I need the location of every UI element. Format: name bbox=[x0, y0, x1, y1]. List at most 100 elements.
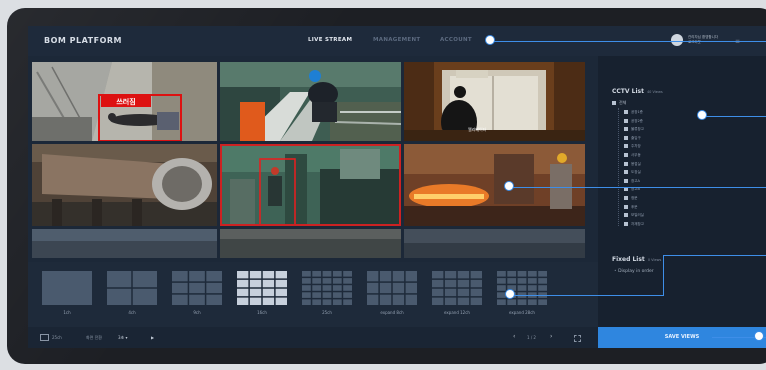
cctv-checkbox[interactable] bbox=[624, 178, 628, 183]
tree-root[interactable]: 전체 bbox=[612, 100, 626, 106]
brand-logo: BOM PLATFORM bbox=[44, 36, 123, 45]
cctv-checkbox[interactable] bbox=[624, 127, 628, 132]
callout-line-4a bbox=[512, 295, 664, 297]
cctv-checkbox[interactable] bbox=[624, 118, 628, 123]
layout-expand-28ch-button[interactable] bbox=[497, 271, 547, 307]
nav-management[interactable]: MANAGEMENT bbox=[373, 37, 420, 43]
camera-feed-8 bbox=[220, 229, 401, 258]
layout-1ch-button[interactable] bbox=[42, 271, 92, 307]
cctv-checkbox[interactable] bbox=[624, 110, 628, 114]
cctv-checkbox[interactable] bbox=[624, 221, 628, 226]
layout-9ch-icon bbox=[172, 271, 222, 305]
next-page-icon[interactable]: › bbox=[550, 333, 552, 340]
cctv-tree-item[interactable]: 후문 bbox=[624, 204, 638, 210]
cctv-checkbox[interactable] bbox=[624, 161, 628, 166]
nav-account[interactable]: ACCOUNT bbox=[440, 37, 472, 43]
camera-feed-3 bbox=[404, 62, 585, 141]
camera-feed-7 bbox=[32, 229, 217, 258]
fixed-list-title: Fixed List 0 Views bbox=[612, 256, 661, 263]
cctv-list-title: CCTV List 40 Views bbox=[612, 88, 663, 95]
layout-4ch-button[interactable] bbox=[107, 271, 157, 307]
camera-grid: 쓰러짐 엘리베이터 bbox=[32, 62, 585, 258]
camera-feed-4 bbox=[32, 144, 217, 226]
interval-label: 화면 전환 bbox=[86, 335, 102, 340]
camera-tile-9[interactable] bbox=[404, 229, 585, 258]
callout-dot-4 bbox=[505, 289, 515, 299]
camera-feed-2 bbox=[220, 62, 401, 141]
tree-root-label: 전체 bbox=[619, 100, 627, 105]
cctv-checkbox[interactable] bbox=[624, 153, 628, 157]
fixed-display-order[interactable]: • Display in order bbox=[614, 269, 654, 274]
callout-line-4c bbox=[663, 255, 766, 257]
layout-9ch-label: 9ch bbox=[193, 310, 201, 315]
layout-expand-12ch-icon bbox=[432, 271, 482, 305]
cctv-list-label: CCTV List bbox=[612, 88, 644, 95]
cctv-tree-item[interactable]: 사무동 bbox=[624, 153, 641, 158]
cctv-list-count: 40 Views bbox=[646, 90, 663, 94]
cctv-checkbox[interactable] bbox=[624, 196, 628, 200]
layout-expand-8ch-button[interactable] bbox=[367, 271, 417, 307]
interval-select[interactable]: 3초 ▾ bbox=[118, 335, 128, 341]
layout-25ch-label: 25ch bbox=[322, 310, 332, 315]
fixed-list-label: Fixed List bbox=[612, 256, 645, 263]
cctv-tree-item[interactable]: 도장실 bbox=[624, 170, 641, 175]
cctv-sidebar: CCTV List 40 Views 전체 공장1층공장2층물류창고출입구주차장사… bbox=[598, 56, 766, 327]
camera-feed-6 bbox=[404, 144, 585, 226]
cctv-checkbox[interactable] bbox=[624, 135, 628, 140]
chevron-down-icon: ▾ bbox=[125, 335, 128, 340]
callout-dot-2 bbox=[697, 110, 707, 120]
cctv-item-label: 자재창고 bbox=[631, 221, 644, 226]
cctv-item-label: 용접실 bbox=[631, 161, 641, 166]
layout-9ch-button[interactable] bbox=[172, 271, 222, 307]
cctv-tree-item[interactable]: 정문 bbox=[624, 196, 637, 201]
layout-16ch-icon bbox=[237, 271, 287, 305]
layout-25ch-button[interactable] bbox=[302, 271, 352, 307]
cctv-item-label: 도장실 bbox=[631, 170, 641, 175]
callout-dot-3 bbox=[504, 181, 514, 191]
camera-tile-6[interactable] bbox=[404, 144, 585, 226]
camera-tile-5-selected[interactable] bbox=[220, 144, 401, 226]
channel-label: 25ch bbox=[52, 335, 62, 340]
cctv-item-label: 후문 bbox=[631, 204, 638, 209]
cctv-tree-item[interactable]: 창고A bbox=[624, 178, 640, 184]
cctv-tree-item[interactable]: 보일러실 bbox=[624, 213, 644, 218]
prev-page-icon[interactable]: ‹ bbox=[513, 333, 515, 340]
bottom-bar: 25ch 화면 전환 3초 ▾ ▶ ‹ 1 / 2 › bbox=[28, 327, 598, 348]
cctv-checkbox[interactable] bbox=[624, 204, 628, 209]
camera-tile-2[interactable] bbox=[220, 62, 401, 141]
camera-tile-1[interactable]: 쓰러짐 bbox=[32, 62, 217, 141]
cctv-tree-item[interactable]: 출입구 bbox=[624, 135, 641, 141]
layout-4ch-icon bbox=[107, 271, 157, 305]
cctv-tree-item[interactable]: 공장1층 bbox=[624, 110, 643, 115]
layout-16ch-button[interactable] bbox=[237, 271, 287, 307]
callout-line-4b bbox=[663, 255, 665, 296]
user-avatar[interactable] bbox=[671, 34, 683, 46]
camera-tile-3[interactable]: 엘리베이터 bbox=[404, 62, 585, 141]
monitor-icon bbox=[40, 334, 49, 341]
layout-expand-28ch-label: expand 28ch bbox=[509, 310, 535, 315]
nav-live-stream[interactable]: LIVE STREAM bbox=[308, 37, 352, 43]
cctv-tree-item[interactable]: 주차장 bbox=[624, 144, 641, 149]
tree-line bbox=[618, 108, 620, 226]
cctv-item-label: 사무동 bbox=[631, 153, 641, 157]
fullscreen-icon[interactable] bbox=[574, 335, 581, 342]
cctv-tree-item[interactable]: 자재창고 bbox=[624, 221, 644, 227]
cctv-checkbox[interactable] bbox=[624, 170, 628, 175]
camera-tile-8[interactable] bbox=[220, 229, 401, 258]
cctv-item-label: 주차장 bbox=[631, 144, 641, 149]
cctv-item-label: 출입구 bbox=[631, 135, 641, 140]
cctv-tree-item[interactable]: 용접실 bbox=[624, 161, 641, 167]
cctv-tree-item[interactable]: 물류창고 bbox=[624, 127, 644, 132]
cctv-tree-item[interactable]: 공장2층 bbox=[624, 118, 643, 124]
play-icon[interactable]: ▶ bbox=[151, 335, 154, 340]
layout-25ch-icon bbox=[302, 271, 352, 305]
cctv-item-label: 공장1층 bbox=[631, 110, 643, 114]
camera-tile-7[interactable] bbox=[32, 229, 217, 258]
layout-expand-12ch-button[interactable] bbox=[432, 271, 482, 307]
user-info: 관리자님 환영합니다 로그아웃 bbox=[688, 35, 718, 45]
camera-tile-4[interactable] bbox=[32, 144, 217, 226]
cctv-checkbox[interactable] bbox=[624, 144, 628, 149]
root-checkbox[interactable] bbox=[612, 101, 616, 105]
cctv-checkbox[interactable] bbox=[624, 213, 628, 218]
cctv-item-label: 공장2층 bbox=[631, 118, 643, 123]
